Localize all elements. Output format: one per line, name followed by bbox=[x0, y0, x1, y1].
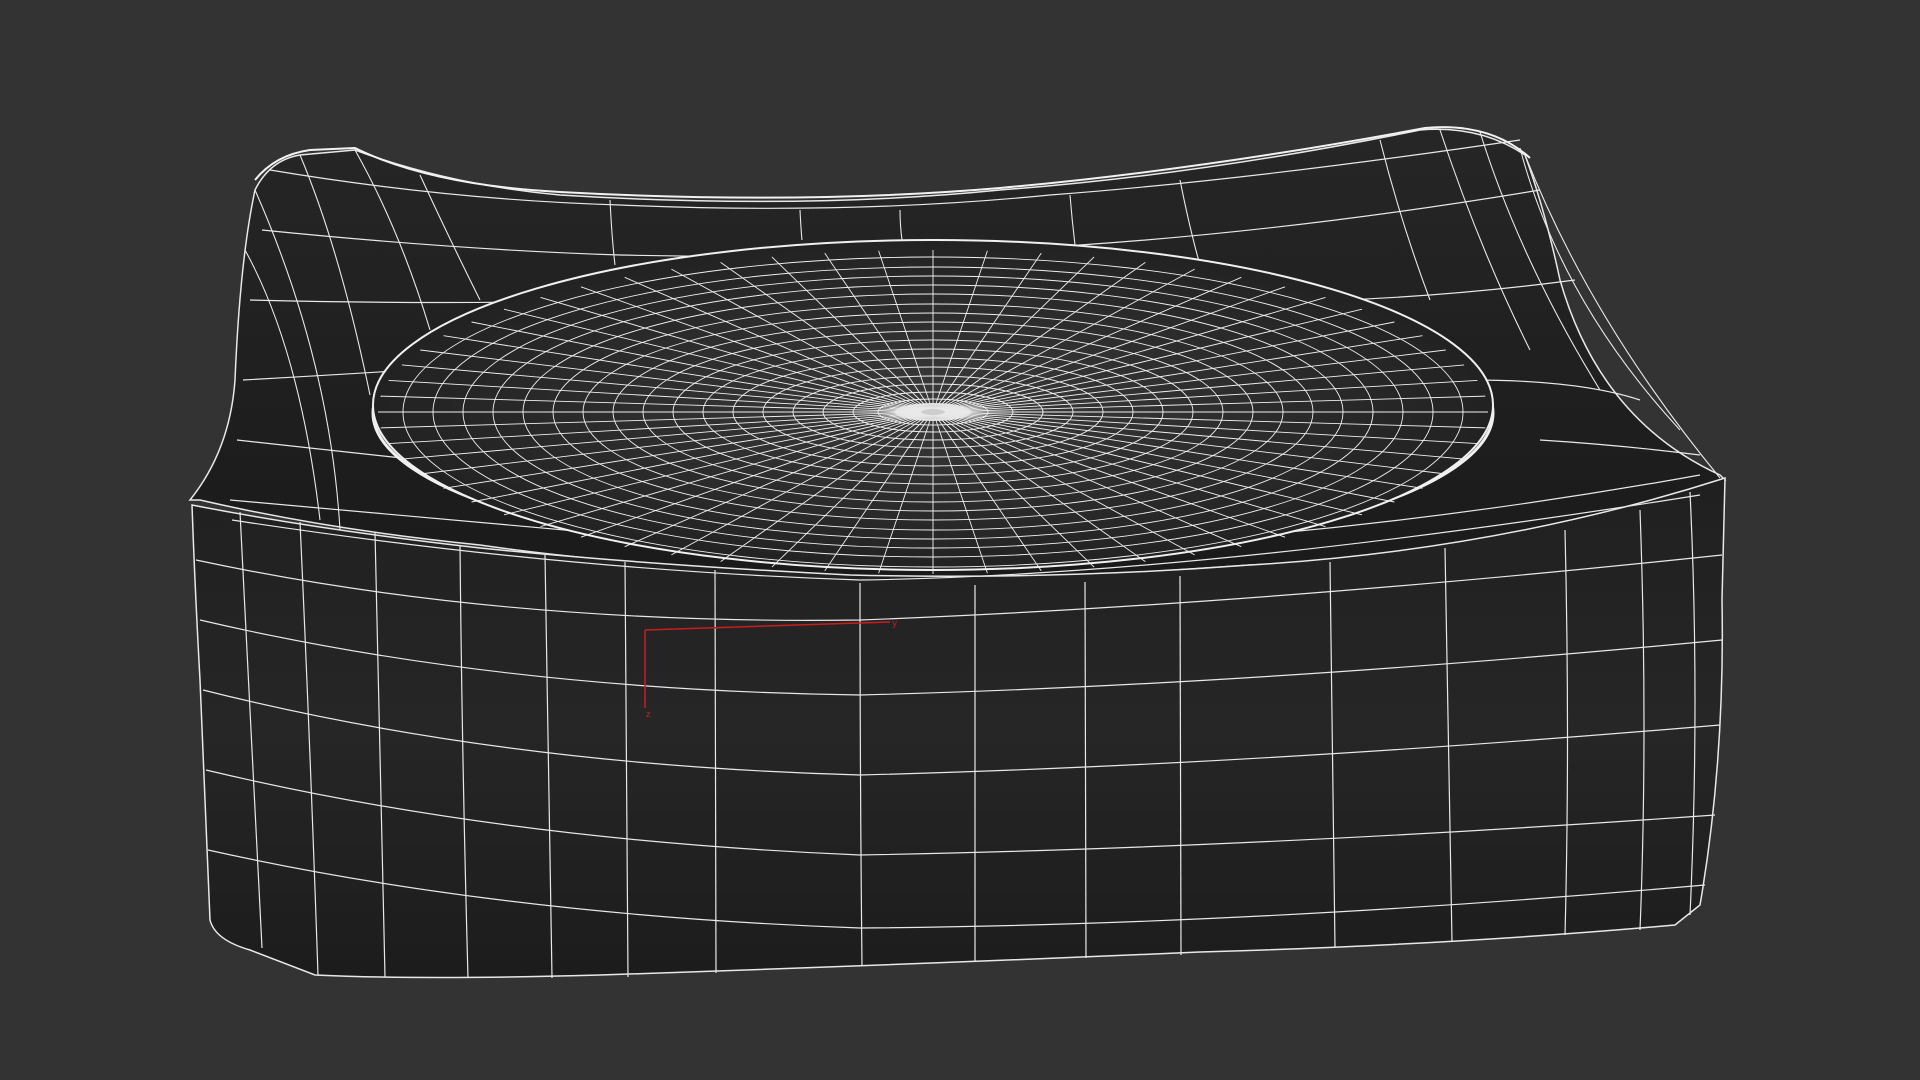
3d-viewport[interactable]: y z bbox=[0, 0, 1920, 1080]
gizmo-axis-y-label: y bbox=[892, 619, 898, 629]
gizmo-axis-z-label: z bbox=[646, 710, 651, 720]
viewport-canvas[interactable]: y z bbox=[0, 0, 1920, 1080]
disc-hub bbox=[895, 403, 971, 421]
